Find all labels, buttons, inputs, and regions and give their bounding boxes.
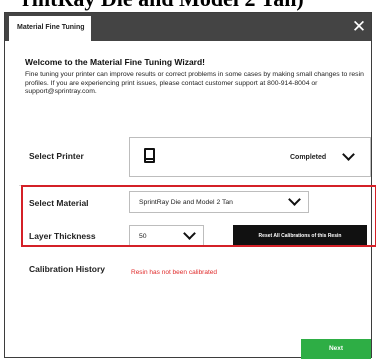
material-fine-tuning-dialog: Material Fine Tuning ✕ Welcome to the Ma… [4, 12, 376, 359]
printer-status: Completed [290, 154, 327, 161]
wizard-welcome-heading: Welcome to the Material Fine Tuning Wiza… [25, 57, 206, 67]
printer-device-icon [144, 148, 155, 163]
dialog-title-tab: Material Fine Tuning [9, 16, 91, 41]
calibration-history-label: Calibration History [29, 264, 106, 274]
background-title-fragment: rintRay Die and Model 2 Tan) [22, 0, 304, 12]
close-icon[interactable]: ✕ [349, 15, 369, 39]
wizard-intro-text: Fine tuning your printer can improve res… [25, 71, 364, 95]
dialog-titlebar: Material Fine Tuning ✕ [5, 13, 371, 41]
highlight-box [21, 185, 376, 247]
chevron-down-icon [342, 148, 355, 161]
calibration-status-text: Resin has not been calibrated [131, 269, 218, 276]
next-button[interactable]: Next [301, 339, 371, 359]
printer-selector[interactable]: Completed [129, 137, 371, 177]
select-printer-label: Select Printer [29, 151, 84, 161]
background-window-text: rintRay Die and Model 2 Tan) [0, 0, 376, 12]
